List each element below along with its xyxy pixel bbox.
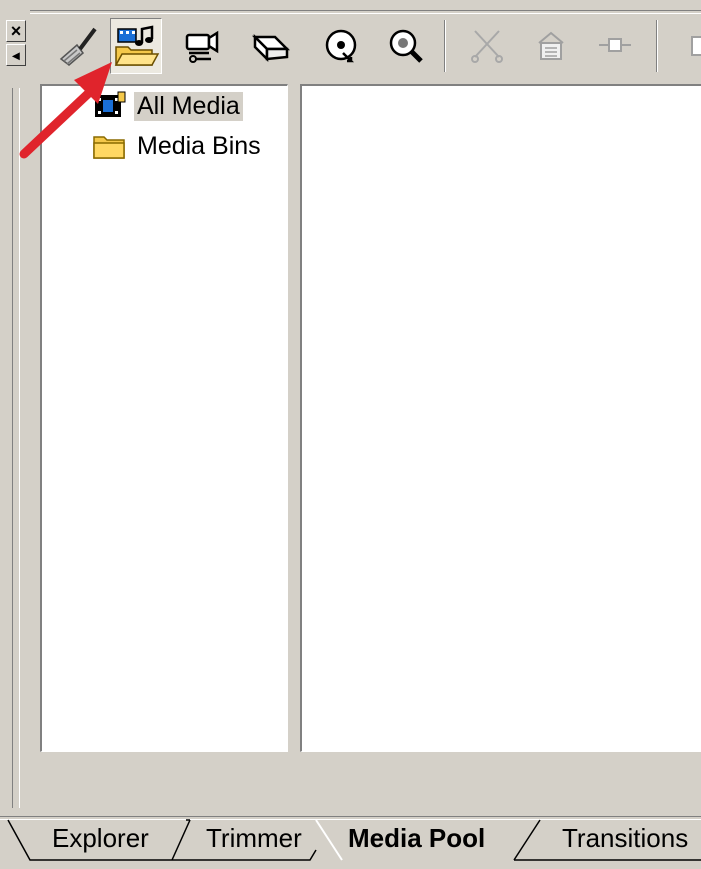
tab-explorer[interactable]: Explorer bbox=[52, 820, 149, 856]
tab-trimmer[interactable]: Trimmer bbox=[206, 820, 302, 856]
tab-media-pool[interactable]: Media Pool bbox=[348, 820, 485, 856]
tab-transitions[interactable]: Transitions bbox=[562, 820, 688, 856]
annotation-arrow bbox=[19, 62, 112, 159]
